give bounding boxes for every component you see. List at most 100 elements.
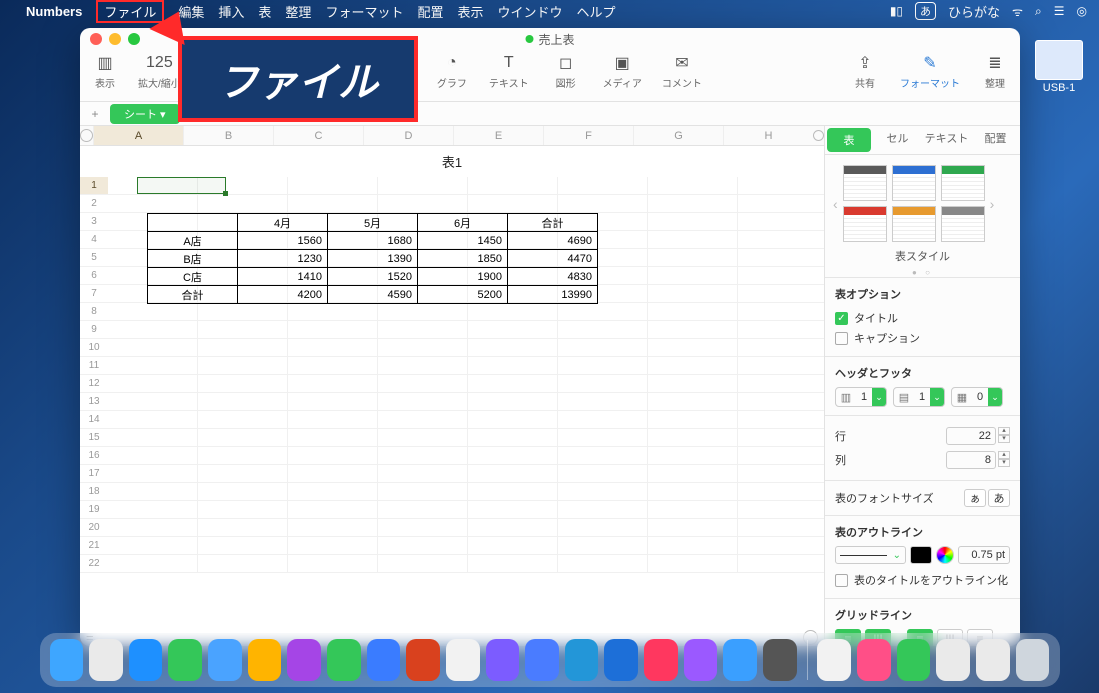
window-close-button[interactable]: [90, 33, 102, 45]
menu-insert[interactable]: 挿入: [218, 2, 244, 21]
cell[interactable]: [468, 339, 558, 357]
battery-icon[interactable]: ▮▯: [890, 4, 903, 18]
rows-input[interactable]: 22: [946, 427, 996, 445]
cell[interactable]: [198, 537, 288, 555]
window-zoom-button[interactable]: [128, 33, 140, 45]
dock-app-icon[interactable]: [976, 639, 1010, 681]
table-title[interactable]: 表1: [80, 146, 824, 177]
cell[interactable]: [198, 375, 288, 393]
toolbar-text[interactable]: Tテキスト: [489, 52, 529, 90]
row-header-8[interactable]: 8: [80, 303, 108, 321]
cell[interactable]: [108, 429, 198, 447]
dock-app-icon[interactable]: [644, 639, 678, 681]
menu-window[interactable]: ウインドウ: [497, 2, 562, 21]
cell[interactable]: [558, 519, 648, 537]
cell[interactable]: [288, 393, 378, 411]
cell[interactable]: [288, 555, 378, 573]
row-header-19[interactable]: 19: [80, 501, 108, 519]
cell[interactable]: [558, 177, 648, 195]
dock-app-icon[interactable]: [525, 639, 559, 681]
dock-app-icon[interactable]: [168, 639, 202, 681]
cell[interactable]: [648, 321, 738, 339]
row-header-10[interactable]: 10: [80, 339, 108, 357]
cell[interactable]: [378, 321, 468, 339]
cell[interactable]: [108, 303, 198, 321]
cell[interactable]: [468, 357, 558, 375]
row-header-12[interactable]: 12: [80, 375, 108, 393]
siri-icon[interactable]: ◎: [1077, 4, 1087, 18]
cell[interactable]: [198, 555, 288, 573]
spotlight-icon[interactable]: ⌕: [1035, 4, 1042, 19]
cell[interactable]: [378, 429, 468, 447]
cell[interactable]: [738, 231, 824, 249]
cell[interactable]: [738, 411, 824, 429]
cell[interactable]: [108, 375, 198, 393]
cell[interactable]: [378, 195, 468, 213]
cell[interactable]: [648, 177, 738, 195]
cell[interactable]: [378, 501, 468, 519]
cell[interactable]: [468, 483, 558, 501]
dock-app-icon[interactable]: [723, 639, 757, 681]
cell[interactable]: [108, 195, 198, 213]
cell[interactable]: [108, 321, 198, 339]
cell[interactable]: [468, 465, 558, 483]
row-header-18[interactable]: 18: [80, 483, 108, 501]
cell[interactable]: [558, 465, 648, 483]
menu-arrange[interactable]: 配置: [417, 2, 443, 21]
cell[interactable]: [378, 447, 468, 465]
row-header-9[interactable]: 9: [80, 321, 108, 339]
cell[interactable]: [648, 339, 738, 357]
cell[interactable]: [288, 447, 378, 465]
cell[interactable]: [288, 465, 378, 483]
cell[interactable]: [738, 447, 824, 465]
cell[interactable]: [288, 339, 378, 357]
cell[interactable]: [378, 465, 468, 483]
dock-app-icon[interactable]: [604, 639, 638, 681]
row-header-7[interactable]: 7: [80, 285, 108, 303]
menu-appname[interactable]: Numbers: [26, 4, 82, 19]
cell[interactable]: [378, 411, 468, 429]
cell[interactable]: [198, 501, 288, 519]
inspector-tab-text[interactable]: テキスト: [922, 126, 971, 154]
cell[interactable]: [648, 249, 738, 267]
col-header-H[interactable]: H: [723, 126, 813, 145]
outline-title-checkbox[interactable]: 表のタイトルをアウトライン化: [835, 570, 1010, 590]
footer-rows-stepper[interactable]: ▦0⌄: [951, 387, 1003, 407]
cell[interactable]: [558, 339, 648, 357]
cell[interactable]: [468, 555, 558, 573]
cell[interactable]: [738, 195, 824, 213]
cell[interactable]: [738, 555, 824, 573]
outline-color-well[interactable]: [910, 546, 932, 564]
cell[interactable]: [288, 537, 378, 555]
cell[interactable]: [648, 267, 738, 285]
cell[interactable]: [198, 465, 288, 483]
add-sheet-button[interactable]: +: [86, 105, 104, 123]
window-traffic-lights[interactable]: [80, 28, 150, 51]
ime-mode[interactable]: ひらがな: [948, 2, 1000, 21]
col-header-G[interactable]: G: [633, 126, 723, 145]
row-header-17[interactable]: 17: [80, 465, 108, 483]
menu-organize[interactable]: 整理: [285, 2, 311, 21]
option-title[interactable]: ✓タイトル: [835, 308, 1010, 328]
dock-app-icon[interactable]: [287, 639, 321, 681]
dock-app-icon[interactable]: [897, 639, 931, 681]
cell[interactable]: [378, 537, 468, 555]
cell[interactable]: [108, 537, 198, 555]
cell[interactable]: [738, 249, 824, 267]
cell[interactable]: [648, 357, 738, 375]
table-style-thumb[interactable]: [941, 206, 985, 242]
cols-input[interactable]: 8: [946, 451, 996, 469]
cell[interactable]: [738, 375, 824, 393]
dock-app-icon[interactable]: [817, 639, 851, 681]
cell[interactable]: [378, 555, 468, 573]
cell[interactable]: [558, 375, 648, 393]
cell[interactable]: [198, 393, 288, 411]
cols-stepper[interactable]: ▴▾: [998, 451, 1010, 469]
window-minimize-button[interactable]: [109, 33, 121, 45]
cell[interactable]: [288, 519, 378, 537]
cell[interactable]: [198, 177, 288, 195]
row-header-20[interactable]: 20: [80, 519, 108, 537]
toolbar-zoom[interactable]: 125拡大/縮小: [138, 52, 181, 90]
cell[interactable]: [108, 357, 198, 375]
cell[interactable]: [648, 537, 738, 555]
